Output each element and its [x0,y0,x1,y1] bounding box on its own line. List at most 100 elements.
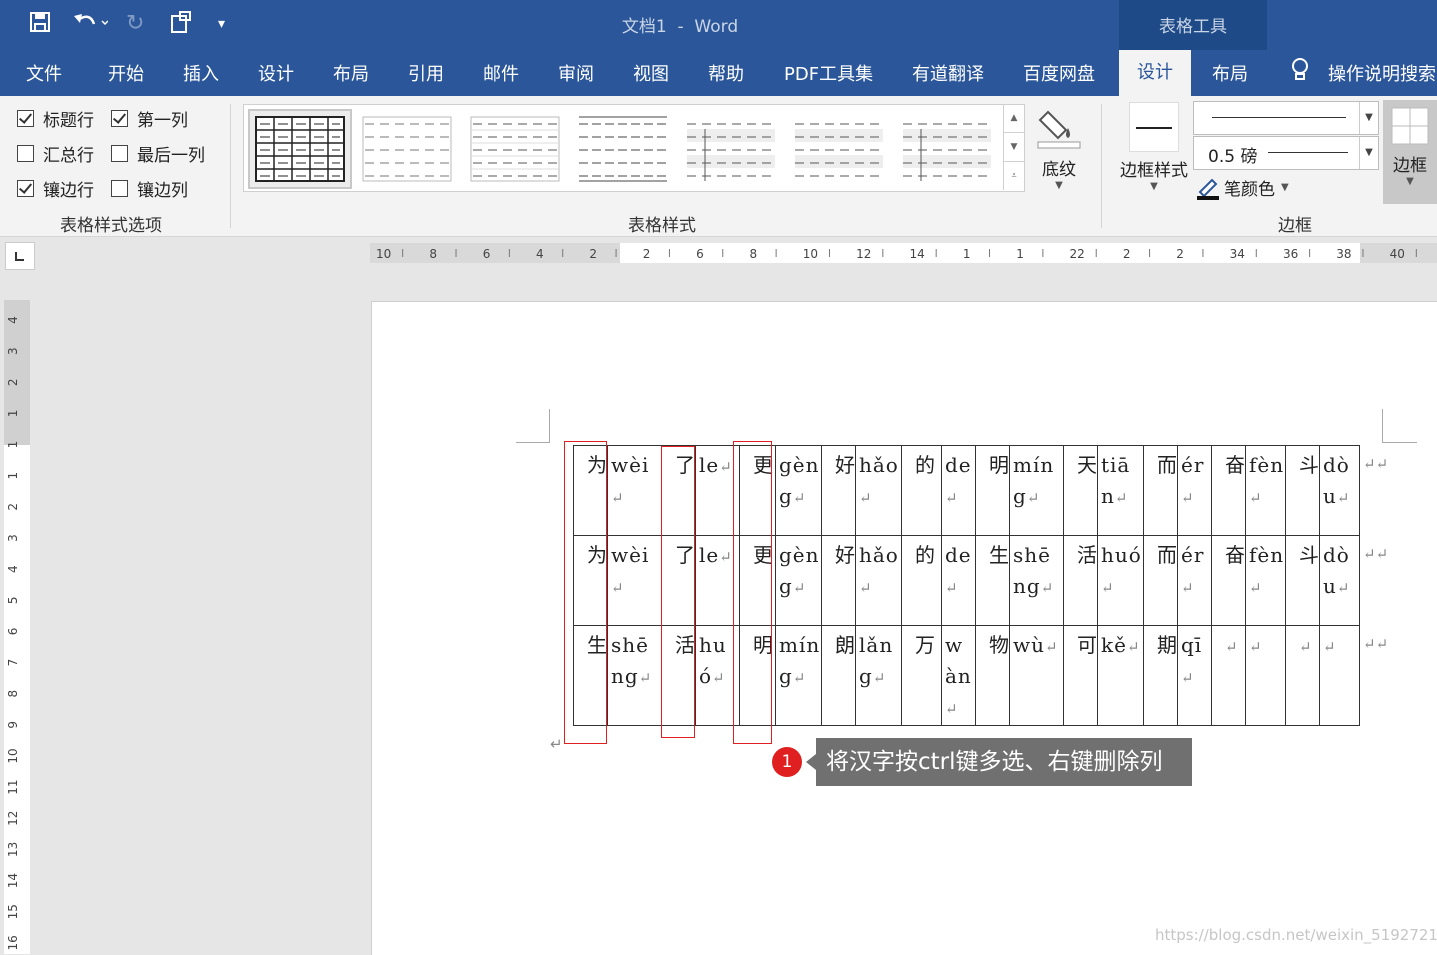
tab-layout[interactable]: 布局 [333,60,369,86]
pinyin-cell[interactable]: shēng↵ [1009,535,1064,626]
hanzi-cell[interactable]: ↵ [1285,625,1320,726]
hanzi-cell[interactable]: 万 [901,625,942,726]
hanzi-text: 好 [835,453,855,477]
last-column-checkbox[interactable]: 最后一列 [111,141,205,166]
hanzi-cell[interactable]: 斗 [1285,445,1320,536]
pinyin-cell[interactable]: ér↵ [1177,535,1212,626]
pinyin-cell[interactable]: wàn↵ [941,625,976,726]
gallery-down-icon[interactable]: ▼ [1004,133,1024,162]
gallery-up-icon[interactable]: ▲ [1004,104,1024,133]
hanzi-cell[interactable]: 好 [821,535,856,626]
hanzi-cell[interactable]: 好 [821,445,856,536]
table-style-plain-4[interactable] [901,115,993,183]
hanzi-cell[interactable]: 而 [1143,445,1178,536]
hanzi-cell[interactable]: 奋 [1211,445,1246,536]
pinyin-cell[interactable]: ↵ [1245,625,1286,726]
tab-table-layout[interactable]: 布局 [1212,60,1248,86]
hanzi-cell[interactable]: 斗 [1285,535,1320,626]
customize-qat-icon[interactable]: ▾ [218,10,225,38]
border-styles-button[interactable]: 边框样式 ▼ [1112,102,1196,192]
tab-selector-button[interactable] [5,242,35,270]
header-row-checkbox[interactable]: 标题行 [17,106,94,131]
pinyin-cell[interactable]: de↵ [941,535,976,626]
pinyin-table[interactable]: 为 wèi↵ 了 le↵ 更 gèng↵ 好 hǎo↵ 的 de↵ 明 míng↵ 天 tiān↵ 而 ér↵… [573,445,1389,726]
pinyin-cell[interactable]: míng↵ [775,625,822,726]
pinyin-cell[interactable]: huó↵ [1097,535,1144,626]
pen-color-button[interactable]: 笔颜色 ▼ [1196,175,1289,200]
line-style-dropdown[interactable]: ▼ [1193,101,1379,135]
tab-home[interactable]: 开始 [108,60,144,86]
pinyin-cell[interactable]: gèng↵ [775,445,822,536]
gallery-scroll[interactable]: ▲ ▼ ⩡ [1003,104,1024,190]
hanzi-cell[interactable]: 活 [1063,535,1098,626]
line-weight-dropdown[interactable]: 0.5 磅 ▼ [1193,136,1379,170]
tab-mailings[interactable]: 邮件 [483,60,519,86]
pinyin-cell[interactable]: dòu↵ [1319,535,1360,626]
touch-mode-icon[interactable] [168,10,194,44]
vertical-ruler[interactable]: 4 3 2 1 1 1 2 3 4 5 6 7 8 9 10 11 12 13 14 15 16 [4,300,30,954]
table-style-plain-1[interactable] [577,115,669,183]
undo-icon[interactable] [72,10,109,42]
hanzi-cell[interactable]: ↵ [1211,625,1246,726]
total-row-checkbox[interactable]: 汇总行 [17,141,94,166]
pinyin-cell[interactable]: míng↵ [1009,445,1064,536]
banded-rows-checkbox[interactable]: 镶边行 [17,176,94,201]
horizontal-ruler[interactable]: 10 8 6 4 2 2 6 8 10 12 14 1 1 22 2 2 34 36 38 40 [370,243,1437,263]
table-style-plain-2[interactable] [685,115,777,183]
pinyin-cell[interactable]: wù↵ [1009,625,1064,726]
tell-me-search[interactable]: 操作说明搜索 [1328,60,1436,86]
banded-columns-checkbox[interactable]: 镶边列 [111,176,188,201]
table-style-plain-3[interactable] [793,115,885,183]
pinyin-cell[interactable]: wèi↵ [607,445,662,536]
hanzi-cell[interactable]: 奋 [1211,535,1246,626]
pinyin-cell[interactable]: ↵ [1319,625,1360,726]
tab-file[interactable]: 文件 [26,60,62,86]
pinyin-text: kě↵ [1101,633,1141,657]
pinyin-cell[interactable]: lǎng↵ [855,625,902,726]
shading-button[interactable]: 底纹 ▼ [1034,104,1084,191]
pinyin-cell[interactable]: shēng↵ [607,625,662,726]
hanzi-cell[interactable]: 生 [975,535,1010,626]
hanzi-cell[interactable]: 明 [975,445,1010,536]
hanzi-cell[interactable]: 的 [901,445,942,536]
table-style-grid-light[interactable] [469,115,561,183]
redo-icon[interactable]: ↻ [126,10,144,38]
tab-youdao-translate[interactable]: 有道翻译 [912,60,984,86]
tab-table-design[interactable]: 设计 [1119,50,1191,96]
tab-help[interactable]: 帮助 [708,60,744,86]
pinyin-cell[interactable]: wèi↵ [607,535,662,626]
pinyin-cell[interactable]: hǎo↵ [855,445,902,536]
first-column-checkbox[interactable]: 第一列 [111,106,188,131]
hanzi-cell[interactable]: 期 [1143,625,1178,726]
tab-pdf-tools[interactable]: PDF工具集 [784,60,873,86]
pinyin-cell[interactable]: gèng↵ [775,535,822,626]
gallery-more-icon[interactable]: ⩡ [1004,162,1024,190]
save-icon[interactable] [28,10,52,42]
borders-button[interactable]: 边框 ▼ [1383,100,1437,204]
cell-end-mark: ↵ [638,669,653,687]
hanzi-cell[interactable]: 可 [1063,625,1098,726]
tab-references[interactable]: 引用 [408,60,444,86]
hanzi-cell[interactable]: 物 [975,625,1010,726]
table-style-light-grid[interactable] [361,115,453,183]
cell-end-mark: ↵ [1026,489,1041,507]
hanzi-cell[interactable]: 而 [1143,535,1178,626]
hanzi-cell[interactable]: 朗 [821,625,856,726]
tab-insert[interactable]: 插入 [183,60,219,86]
tab-review[interactable]: 审阅 [558,60,594,86]
pinyin-cell[interactable]: ér↵ [1177,445,1212,536]
pinyin-cell[interactable]: de↵ [941,445,976,536]
pinyin-cell[interactable]: fèn↵ [1245,535,1286,626]
pinyin-cell[interactable]: hǎo↵ [855,535,902,626]
hanzi-cell[interactable]: 的 [901,535,942,626]
tab-view[interactable]: 视图 [633,60,669,86]
pinyin-cell[interactable]: tiān↵ [1097,445,1144,536]
pinyin-cell[interactable]: dòu↵ [1319,445,1360,536]
tab-baidu-netdisk[interactable]: 百度网盘 [1023,60,1095,86]
pinyin-cell[interactable]: fèn↵ [1245,445,1286,536]
tab-design[interactable]: 设计 [258,60,294,86]
pinyin-cell[interactable]: qī↵ [1177,625,1212,726]
pinyin-cell[interactable]: kě↵ [1097,625,1144,726]
hanzi-cell[interactable]: 天 [1063,445,1098,536]
table-style-grid[interactable] [248,109,352,189]
